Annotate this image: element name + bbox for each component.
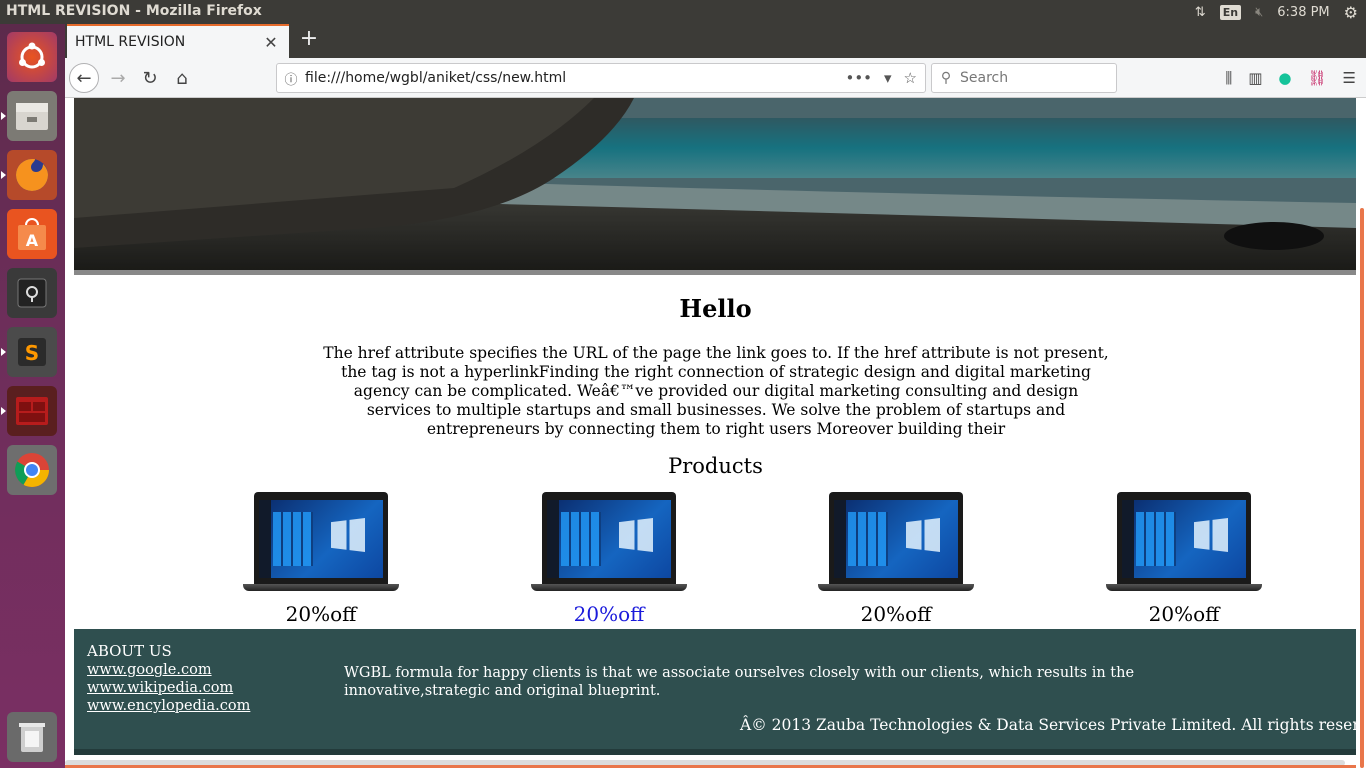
laptop-image: [818, 492, 974, 594]
tab-close-icon[interactable]: ✕: [261, 33, 281, 52]
about-us-heading: ABOUT US: [87, 642, 172, 660]
intro-paragraph: The href attribute specifies the URL of …: [323, 344, 1109, 438]
footer-link-encyclopedia[interactable]: www.encylopedia.com: [87, 697, 250, 715]
product-card: 20%off: [811, 492, 981, 626]
navigation-bar: ← → ↻ ⌂ ⓘ file:///home/wgbl/aniket/css/n…: [65, 58, 1366, 98]
menu-hamburger-icon[interactable]: ☰: [1343, 69, 1356, 87]
launcher: A S: [0, 24, 65, 768]
footer-strip: [74, 749, 1356, 755]
address-bar[interactable]: ⓘ file:///home/wgbl/aniket/css/new.html …: [276, 63, 926, 93]
home-icon: ⌂: [176, 67, 188, 89]
clock[interactable]: 6:38 PM: [1277, 5, 1329, 20]
footer-blurb: WGBL formula for happy clients is that w…: [344, 665, 1135, 699]
svg-text:S: S: [25, 341, 39, 365]
settings-gear-icon[interactable]: ⚙: [1344, 3, 1358, 22]
page-heading: Hello: [679, 294, 752, 323]
product-discount-label: 20%off: [1148, 602, 1220, 626]
site-footer: ABOUT US www.google.com www.wikipedia.co…: [74, 629, 1356, 755]
new-tab-button[interactable]: +: [297, 28, 321, 52]
footer-link-google[interactable]: www.google.com: [87, 661, 250, 679]
software-center-icon[interactable]: A: [7, 209, 57, 259]
top-panel: HTML REVISION - Mozilla Firefox ⇅ En 🔇︎ …: [0, 0, 1366, 24]
reload-icon: ↻: [142, 67, 158, 89]
sublime-text-icon[interactable]: S: [1, 327, 57, 377]
page-actions-icon[interactable]: •••: [845, 69, 872, 87]
reload-button[interactable]: ↻: [135, 63, 165, 93]
trash-icon[interactable]: [7, 712, 57, 762]
toolbar-right: ⫼ ▥ ● ⛓ ☰: [1225, 63, 1356, 93]
files-icon[interactable]: [1, 91, 57, 141]
volume-muted-icon[interactable]: 🔇︎: [1255, 5, 1263, 20]
sidebar-icon[interactable]: ▥: [1248, 69, 1262, 87]
search-bar[interactable]: ⚲ Search: [931, 63, 1117, 93]
products-heading: Products: [668, 454, 763, 478]
grammarly-icon[interactable]: ●: [1278, 69, 1291, 87]
back-button[interactable]: ←: [69, 63, 99, 93]
forward-arrow-icon: →: [110, 67, 126, 89]
firefox-icon[interactable]: [1, 150, 57, 200]
chrome-icon[interactable]: [7, 445, 57, 495]
network-icon[interactable]: ⇅: [1195, 5, 1206, 20]
terminal-icon[interactable]: [1, 386, 57, 436]
search-icon: ⚲: [940, 70, 952, 86]
search-placeholder: Search: [960, 70, 1009, 86]
hero-beach-image: [74, 98, 1356, 275]
tab-title: HTML REVISION: [75, 34, 186, 50]
vertical-scrollbar-thumb[interactable]: [1360, 208, 1364, 768]
tab-bar: HTML REVISION ✕ +: [65, 24, 1366, 58]
url-text[interactable]: file:///home/wgbl/aniket/css/new.html: [305, 70, 845, 86]
system-tray: ⇅ En 🔇︎ 6:38 PM ⚙: [1195, 0, 1358, 24]
laptop-image: [243, 492, 399, 594]
extension-icon[interactable]: ⛓: [1308, 69, 1327, 87]
window-title: HTML REVISION - Mozilla Firefox: [6, 3, 262, 19]
ubuntu-dash-icon[interactable]: [7, 32, 57, 82]
footer-link-wikipedia[interactable]: www.wikipedia.com: [87, 679, 250, 697]
page-info-icon[interactable]: ⓘ: [277, 69, 305, 88]
pocket-icon[interactable]: ▾: [884, 69, 892, 87]
product-discount-label: 20%off: [285, 602, 357, 626]
page-viewport: Hello The href attribute specifies the U…: [65, 98, 1366, 768]
product-card: 20%off: [236, 492, 406, 626]
product-discount-label: 20%off: [860, 602, 932, 626]
footer-links: www.google.com www.wikipedia.com www.enc…: [87, 661, 250, 715]
laptop-image: [1106, 492, 1262, 594]
forward-button[interactable]: →: [103, 63, 133, 93]
copyright-text: Â© 2013 Zauba Technologies & Data Servic…: [740, 716, 1356, 734]
keyboard-layout-indicator[interactable]: En: [1219, 4, 1242, 20]
product-card: 20%off: [1099, 492, 1269, 626]
svg-text:A: A: [26, 231, 39, 250]
safe-icon[interactable]: [7, 268, 57, 318]
back-arrow-icon: ←: [76, 67, 92, 89]
product-card[interactable]: 20%off: [524, 492, 694, 626]
laptop-image[interactable]: [531, 492, 687, 594]
vertical-scrollbar[interactable]: [1356, 98, 1366, 768]
product-discount-link[interactable]: 20%off: [524, 602, 694, 626]
home-button[interactable]: ⌂: [167, 63, 197, 93]
tab-html-revision[interactable]: HTML REVISION ✕: [67, 24, 289, 58]
bookmark-star-icon[interactable]: ☆: [904, 69, 917, 87]
library-icon[interactable]: ⫼: [1225, 69, 1232, 87]
